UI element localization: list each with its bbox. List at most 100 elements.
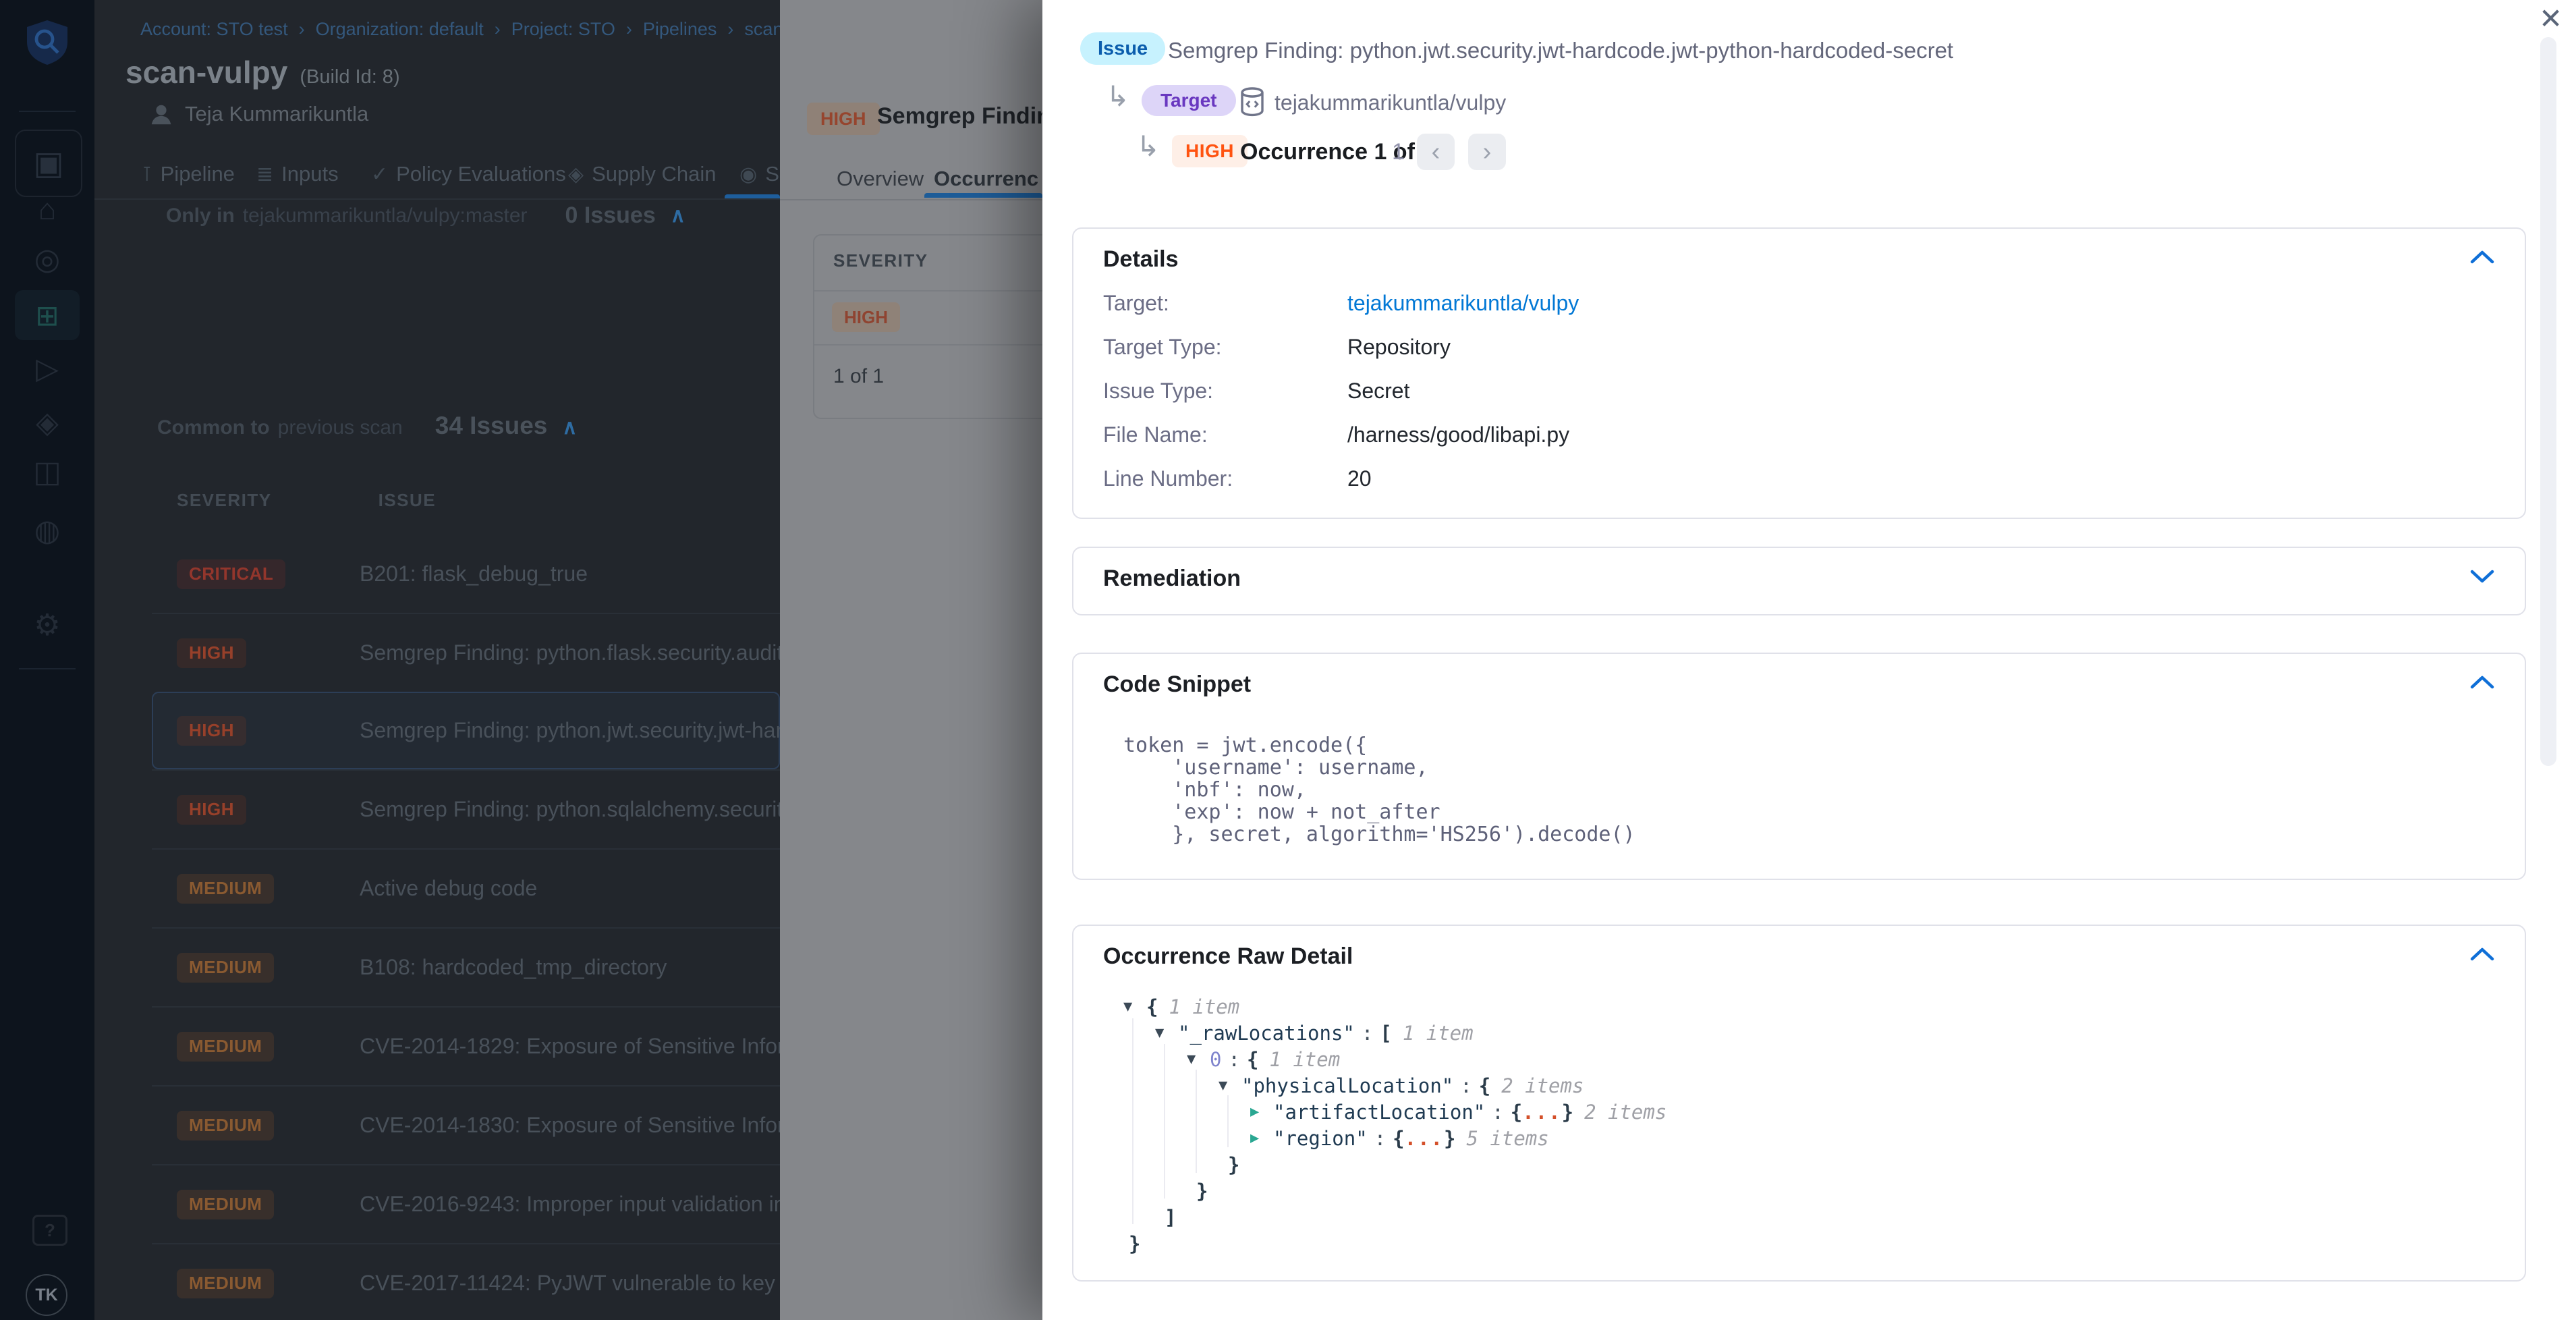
expand-arrow-icon[interactable]: ▼ <box>1155 1024 1178 1041</box>
chevron-up-icon[interactable] <box>2469 946 2495 962</box>
severity-badge[interactable]: HIGH <box>832 302 900 332</box>
table-row[interactable]: HIGH Semgrep Finding: python.flask.secur… <box>152 613 780 692</box>
severity-badge: CRITICAL <box>177 559 285 589</box>
triggered-by-user: Teja Kummarikuntla <box>185 102 368 126</box>
tree-line: } <box>1123 1178 1667 1204</box>
breadcrumb-account-link[interactable]: Account: STO test <box>140 19 288 39</box>
breadcrumb-project-link[interactable]: Project: STO <box>511 19 615 39</box>
breadcrumb-separator: › <box>299 19 305 39</box>
table-row[interactable]: HIGH Semgrep Finding: python.sqlalchemy.… <box>152 769 780 848</box>
sidebar-item-pipelines-active[interactable]: ⊞ <box>15 290 80 340</box>
table-row[interactable]: MEDIUM CVE-2017-11424: PyJWT vulnerable … <box>152 1243 780 1320</box>
bracket: ] <box>1165 1206 1176 1229</box>
brace: { <box>1511 1101 1522 1124</box>
avatar-initials: TK <box>35 1286 57 1305</box>
breadcrumb-org-link[interactable]: Organization: default <box>316 19 484 39</box>
column-severity: SEVERITY <box>177 490 272 511</box>
detail-label: Line Number: <box>1103 466 1347 491</box>
collapse-chevron-icon[interactable]: ∧ <box>562 416 577 439</box>
table-row-selected[interactable]: HIGH Semgrep Finding: python.jwt.securit… <box>152 692 780 769</box>
sidebar-item-scans[interactable]: ◎ <box>0 245 94 275</box>
issue-drawer: HIGH Semgrep Findin Overview Occurrenc S… <box>780 0 1042 1320</box>
item-count: 2 items <box>1584 1101 1667 1124</box>
table-row[interactable]: MEDIUM CVE-2014-1829: Exposure of Sensit… <box>152 1006 780 1085</box>
target-badge: Target <box>1142 85 1236 116</box>
issue-title: Semgrep Finding: python.flask.security.a… <box>360 640 780 665</box>
collapsed-ellipsis[interactable]: ... <box>1522 1101 1561 1124</box>
issue-title: CVE-2014-1830: Exposure of Sensitive Inf… <box>360 1113 780 1138</box>
sidebar-item-getting-started[interactable]: ◍ <box>0 516 94 546</box>
severity-badge: MEDIUM <box>177 1269 274 1298</box>
json-tree: ▼{1 item ▼"_rawLocations":[1 item ▼0:{1 … <box>1123 993 1667 1257</box>
close-icon[interactable]: ✕ <box>2539 3 2563 35</box>
modal-scrollbar[interactable] <box>2540 37 2556 766</box>
breadcrumb-separator: › <box>727 19 733 39</box>
expand-arrow-icon[interactable]: ▼ <box>1187 1051 1210 1068</box>
tree-line: ▼"_rawLocations":[1 item <box>1123 1020 1667 1046</box>
chevron-up-icon[interactable] <box>2469 674 2495 690</box>
next-occurrence-button[interactable]: › <box>1468 134 1506 170</box>
module-selector-button[interactable]: ▣ <box>15 130 82 197</box>
prev-occurrence-button[interactable]: ‹ <box>1417 134 1455 170</box>
common-to-label: Common to <box>157 416 270 439</box>
expand-arrow-icon[interactable]: ▼ <box>1219 1077 1241 1094</box>
sidebar-item-settings[interactable]: ⚙ <box>0 611 94 640</box>
table-row[interactable]: MEDIUM CVE-2014-1830: Exposure of Sensit… <box>152 1085 780 1164</box>
colon: : <box>1368 1127 1393 1150</box>
collapse-arrow-icon[interactable]: ▶ <box>1250 1130 1273 1147</box>
issue-title: CVE-2016-9243: Improper input validation… <box>360 1192 780 1217</box>
sidebar-item-executions[interactable]: ▷ <box>0 354 94 384</box>
module-icon: ▣ <box>33 144 63 182</box>
brace: } <box>1444 1127 1455 1150</box>
pagination-label: 1 of 1 <box>833 365 884 388</box>
issues-table-header: SEVERITY ISSUE <box>177 490 436 511</box>
tab-occurrences[interactable]: Occurrenc <box>934 167 1038 191</box>
breadcrumb-pipelines-link[interactable]: Pipelines <box>643 19 717 39</box>
collapse-chevron-icon[interactable]: ∧ <box>671 204 685 227</box>
detail-row: Target Type: Repository <box>1103 325 2495 369</box>
table-row[interactable]: MEDIUM CVE-2016-9243: Improper input val… <box>152 1164 780 1243</box>
tab-inputs[interactable]: ≣ Inputs <box>256 162 339 186</box>
help-button[interactable]: ? <box>32 1215 67 1246</box>
tab-policy-evaluations[interactable]: ✓ Policy Evaluations <box>371 162 566 186</box>
divider <box>814 290 1042 292</box>
json-key: "artifactLocation" <box>1273 1101 1485 1124</box>
detail-label: Issue Type: <box>1103 379 1347 404</box>
expand-arrow-icon[interactable]: ▼ <box>1123 998 1146 1015</box>
issues-table: CRITICAL B201: flask_debug_true HIGH Sem… <box>152 535 780 1320</box>
table-row[interactable]: CRITICAL B201: flask_debug_true <box>152 535 780 613</box>
collapse-arrow-icon[interactable]: ▶ <box>1250 1103 1273 1120</box>
issue-title: CVE-2014-1829: Exposure of Sensitive Inf… <box>360 1034 780 1059</box>
sidebar-item-test-targets[interactable]: ◫ <box>0 458 94 487</box>
help-question-icon: ? <box>45 1220 55 1241</box>
chevron-down-icon[interactable] <box>2469 568 2495 584</box>
issue-title: B108: hardcoded_tmp_directory <box>360 955 667 980</box>
tab-overview[interactable]: Overview <box>837 167 924 191</box>
detail-row: Line Number: 20 <box>1103 457 2495 501</box>
tab-security-tests[interactable]: ◉ S <box>739 162 779 186</box>
severity-badge: MEDIUM <box>177 1190 274 1219</box>
table-row[interactable]: MEDIUM B108: hardcoded_tmp_directory <box>152 927 780 1006</box>
target-link[interactable]: tejakummarikuntla/vulpy <box>1347 291 1579 316</box>
brace: } <box>1228 1153 1239 1176</box>
table-row[interactable]: MEDIUM Active debug code <box>152 848 780 927</box>
sidebar-item-targets[interactable]: ◈ <box>0 408 94 438</box>
chevron-left-icon: ‹ <box>1432 138 1440 167</box>
tab-supply-chain[interactable]: ◈ Supply Chain <box>568 162 716 186</box>
brace: { <box>1479 1074 1490 1097</box>
chevron-up-icon[interactable] <box>2469 249 2495 265</box>
target-name: tejakummarikuntla/vulpy <box>1275 90 1506 115</box>
sidebar-item-home[interactable]: ⌂ <box>0 195 94 225</box>
severity-badge: MEDIUM <box>177 1111 274 1140</box>
tree-line: ▶"region":{...}5 items <box>1123 1125 1667 1151</box>
tab-pipeline[interactable]: ⊺ Pipeline <box>142 162 235 186</box>
app-root: ▣ ⌂ ◎ ⊞ ▷ ◈ ◫ ◍ ⚙ ? TK ▶ Account: STO te… <box>0 0 2576 1320</box>
user-avatar[interactable]: TK <box>26 1274 67 1316</box>
detail-label: Target Type: <box>1103 335 1347 360</box>
collapsed-ellipsis[interactable]: ... <box>1405 1127 1444 1150</box>
tree-line: } <box>1123 1151 1667 1178</box>
bracket: [ <box>1380 1022 1391 1045</box>
tree-line: } <box>1123 1230 1667 1257</box>
sidebar-divider <box>19 111 76 112</box>
brace: { <box>1146 995 1158 1018</box>
